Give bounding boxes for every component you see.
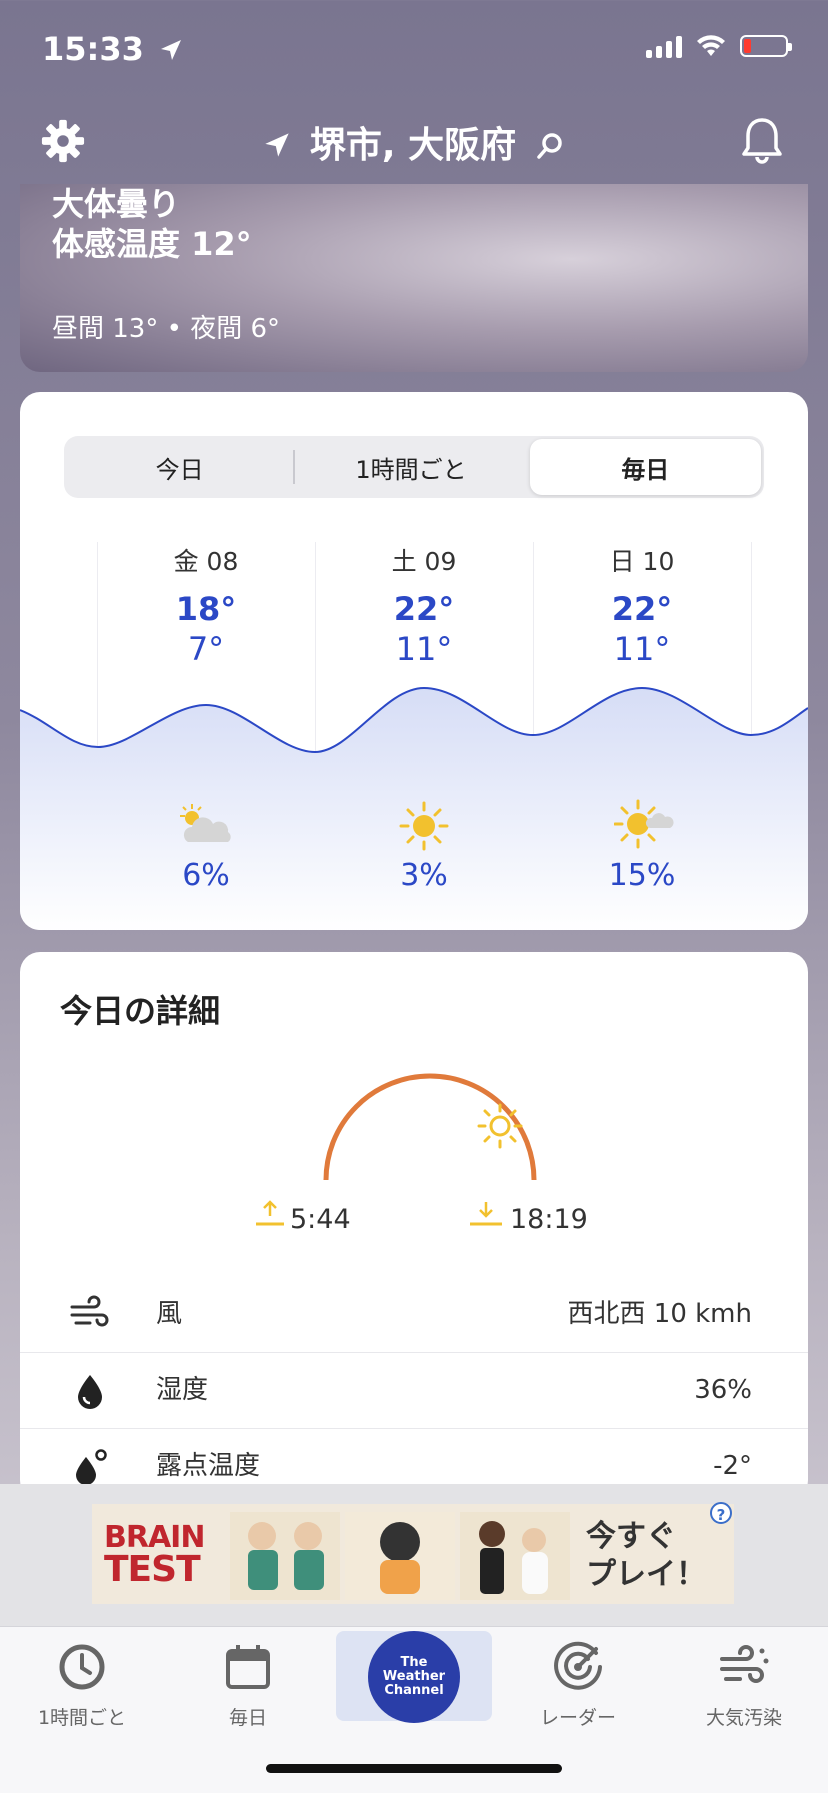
day-column[interactable]: 日 10 22° 11° xyxy=(533,542,751,668)
tab-hourly[interactable]: 1時間ごと xyxy=(295,436,526,498)
feels-like-temp: 体感温度 12° xyxy=(52,225,252,263)
nav-air-quality[interactable]: 大気汚染 xyxy=(674,1639,814,1730)
ad-cta: 今すぐ プレイ！ xyxy=(586,1518,706,1594)
ad-brand-line2: TEST xyxy=(104,1549,201,1590)
twc-logo-line1: The xyxy=(400,1655,428,1670)
cellular-signal-icon xyxy=(646,34,682,58)
status-time: 15:33 xyxy=(42,30,183,68)
low-temp: 11° xyxy=(395,630,453,668)
detail-row-humidity: 湿度 36% xyxy=(20,1352,808,1429)
wind-icon xyxy=(70,1295,109,1327)
air-quality-icon xyxy=(720,1645,769,1683)
day-label: 土 09 xyxy=(391,547,457,576)
detail-row-wind: 風 西北西 10 kmh xyxy=(20,1276,808,1353)
dew-point-icon xyxy=(76,1449,107,1485)
humidity-icon xyxy=(78,1375,102,1409)
sun-position-icon xyxy=(477,1103,523,1149)
detail-label: 湿度 xyxy=(156,1375,209,1405)
wifi-icon xyxy=(697,35,725,56)
day-night-temps: 昼間 13° • 夜間 6° xyxy=(52,314,281,344)
home-indicator xyxy=(266,1764,562,1773)
detail-value: 西北西 10 kmh xyxy=(567,1299,752,1329)
low-temp: 11° xyxy=(613,630,671,668)
nav-label: 大気汚染 xyxy=(705,1707,782,1729)
nav-hourly[interactable]: 1時間ごと xyxy=(12,1639,152,1730)
nav-daily[interactable]: 毎日 xyxy=(178,1639,318,1730)
high-temp: 22° xyxy=(611,590,673,628)
radar-icon xyxy=(554,1641,602,1690)
forecast-tabs: 今日 1時間ごと 毎日 xyxy=(64,436,764,498)
search-icon[interactable] xyxy=(535,131,565,161)
nav-label: レーダー xyxy=(539,1707,616,1729)
twc-logo-line3: Channel xyxy=(384,1683,444,1698)
nav-label: 1時間ごと xyxy=(37,1707,127,1729)
ad-brand: BRAIN TEST xyxy=(104,1522,205,1590)
high-temp: 22° xyxy=(393,590,455,628)
location-name: 堺市, 大阪府 xyxy=(309,125,517,166)
current-condition: 大体曇り xyxy=(52,185,181,223)
sunset-icon xyxy=(470,1202,502,1226)
mostly-sunny-icon xyxy=(614,799,674,849)
precip-chance: 6% xyxy=(182,858,230,893)
ad-banner[interactable]: BRAIN TEST 今すぐ プレイ！ xyxy=(92,1504,734,1604)
forecast-card: 今日 1時間ごと 毎日 金 08 18° 7° 土 09 22° 11° 日 1… xyxy=(20,392,808,930)
tab-today[interactable]: 今日 xyxy=(64,436,296,498)
day-label: 日 10 xyxy=(609,547,675,576)
status-time-text: 15:33 xyxy=(42,30,144,68)
detail-label: 風 xyxy=(156,1299,183,1329)
ad-cta-line2: プレイ！ xyxy=(586,1557,706,1592)
notification-bell-icon[interactable] xyxy=(740,116,784,164)
ad-cta-line1: 今すぐ xyxy=(586,1519,676,1554)
location-selector[interactable]: 堺市, 大阪府 xyxy=(0,116,828,168)
current-conditions-hero[interactable]: 大体曇り 体感温度 12° 昼間 13° • 夜間 6° xyxy=(20,184,808,372)
sunrise-time: 5:44 xyxy=(290,1204,351,1235)
nav-radar[interactable]: レーダー xyxy=(508,1639,648,1730)
ad-help-icon[interactable]: ? xyxy=(710,1502,732,1524)
details-title: 今日の詳細 xyxy=(60,992,221,1030)
precip-chance: 3% xyxy=(400,858,448,893)
location-arrow-icon xyxy=(265,133,290,157)
twc-logo-line2: Weather xyxy=(382,1669,446,1684)
day-column[interactable]: 土 09 22° 11° xyxy=(315,542,533,668)
clock-icon xyxy=(59,1644,105,1690)
day-label: 金 08 xyxy=(173,547,239,576)
sunny-icon xyxy=(399,801,449,851)
tab-daily[interactable]: 毎日 xyxy=(529,439,761,495)
nav-label: 毎日 xyxy=(228,1707,267,1729)
precip-chance: 15% xyxy=(608,858,676,893)
high-temp: 18° xyxy=(175,590,237,628)
battery-icon xyxy=(740,35,792,57)
today-details-card: 今日の詳細 5:44 18:19 風 西北西 10 kmh 湿度 36% 露点温… xyxy=(20,952,808,1500)
calendar-icon xyxy=(226,1645,270,1689)
status-indicators xyxy=(646,34,792,58)
detail-value: 36% xyxy=(694,1375,752,1405)
sunset-time: 18:19 xyxy=(510,1204,588,1235)
low-temp: 7° xyxy=(187,630,225,668)
location-arrow-icon xyxy=(161,40,181,60)
ad-illustration xyxy=(230,1512,570,1600)
day-column[interactable]: 金 08 18° 7° xyxy=(97,542,315,668)
sunrise-icon xyxy=(256,1200,284,1226)
twc-logo[interactable]: The Weather Channel xyxy=(368,1631,460,1723)
partly-cloudy-icon xyxy=(180,804,231,842)
